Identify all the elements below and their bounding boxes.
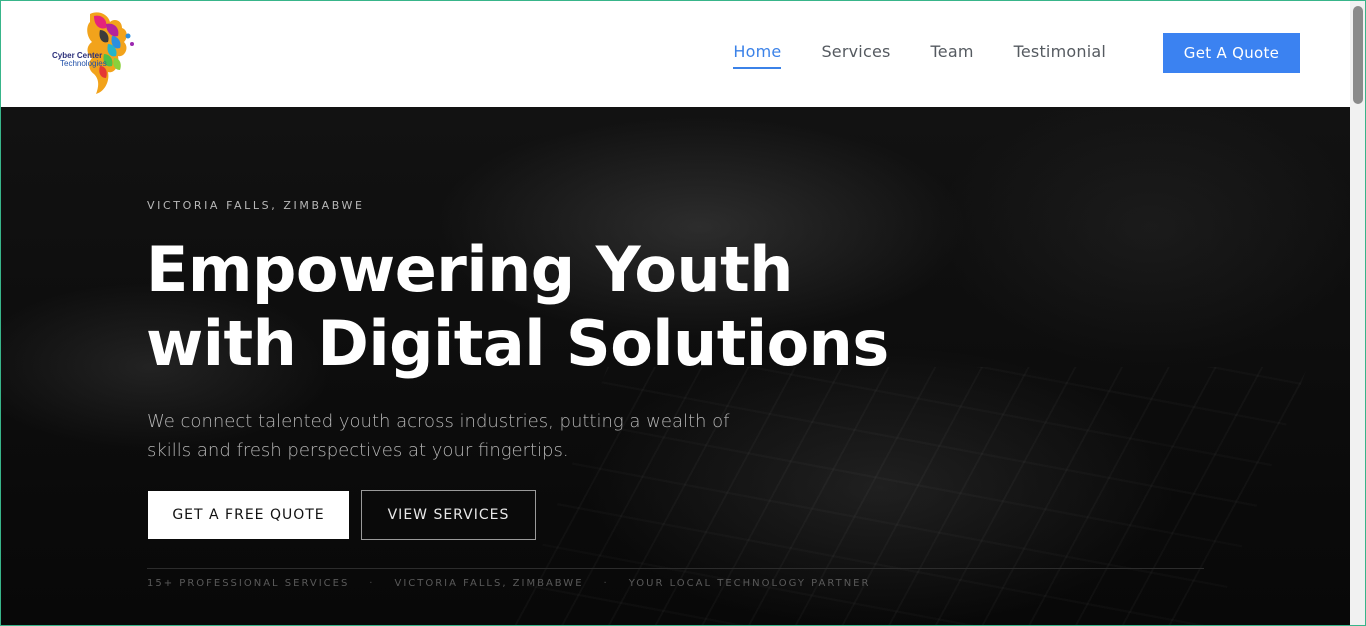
hero-kicker: VICTORIA FALLS, ZIMBABWE bbox=[147, 199, 365, 212]
view-services-button[interactable]: VIEW SERVICES bbox=[361, 490, 536, 540]
fact-separator: · bbox=[603, 578, 609, 589]
site-header: Cyber Center Technologies Home Services … bbox=[0, 0, 1350, 107]
fact-partner: YOUR LOCAL TECHNOLOGY PARTNER bbox=[628, 578, 871, 589]
hero-title-line1: Empowering Youth bbox=[146, 233, 793, 306]
hero-title: Empowering Youth with Digital Solutions bbox=[146, 233, 946, 381]
get-free-quote-button[interactable]: GET A FREE QUOTE bbox=[148, 491, 349, 539]
hero-divider bbox=[147, 568, 1204, 569]
hero-facts: 15+ PROFESSIONAL SERVICES · VICTORIA FAL… bbox=[147, 578, 870, 589]
fact-services: 15+ PROFESSIONAL SERVICES bbox=[147, 578, 350, 589]
hero-subtitle: We connect talented youth across industr… bbox=[147, 407, 747, 465]
fact-location: VICTORIA FALLS, ZIMBABWE bbox=[394, 578, 584, 589]
main-nav: Home Services Team Testimonial bbox=[693, 42, 1106, 69]
get-quote-button[interactable]: Get A Quote bbox=[1163, 33, 1300, 73]
nav-item-testimonial[interactable]: Testimonial bbox=[1014, 42, 1106, 69]
logo-line2: Technologies bbox=[60, 59, 107, 68]
hero-title-line2: with Digital Solutions bbox=[146, 307, 889, 380]
fact-separator: · bbox=[369, 578, 375, 589]
logo-wordmark: Cyber Center Technologies bbox=[52, 52, 107, 68]
nav-item-home[interactable]: Home bbox=[733, 42, 782, 69]
hero-section: VICTORIA FALLS, ZIMBABWE Empowering Yout… bbox=[0, 107, 1350, 626]
hero-subtitle-line1: We connect talented youth across industr… bbox=[147, 411, 730, 432]
scrollbar-thumb[interactable] bbox=[1353, 6, 1363, 104]
hero-subtitle-line2: skills and fresh perspectives at your fi… bbox=[147, 440, 569, 461]
page-scrollbar[interactable] bbox=[1350, 0, 1366, 626]
nav-item-services[interactable]: Services bbox=[821, 42, 890, 69]
nav-item-team[interactable]: Team bbox=[931, 42, 974, 69]
logo[interactable]: Cyber Center Technologies bbox=[48, 8, 148, 96]
